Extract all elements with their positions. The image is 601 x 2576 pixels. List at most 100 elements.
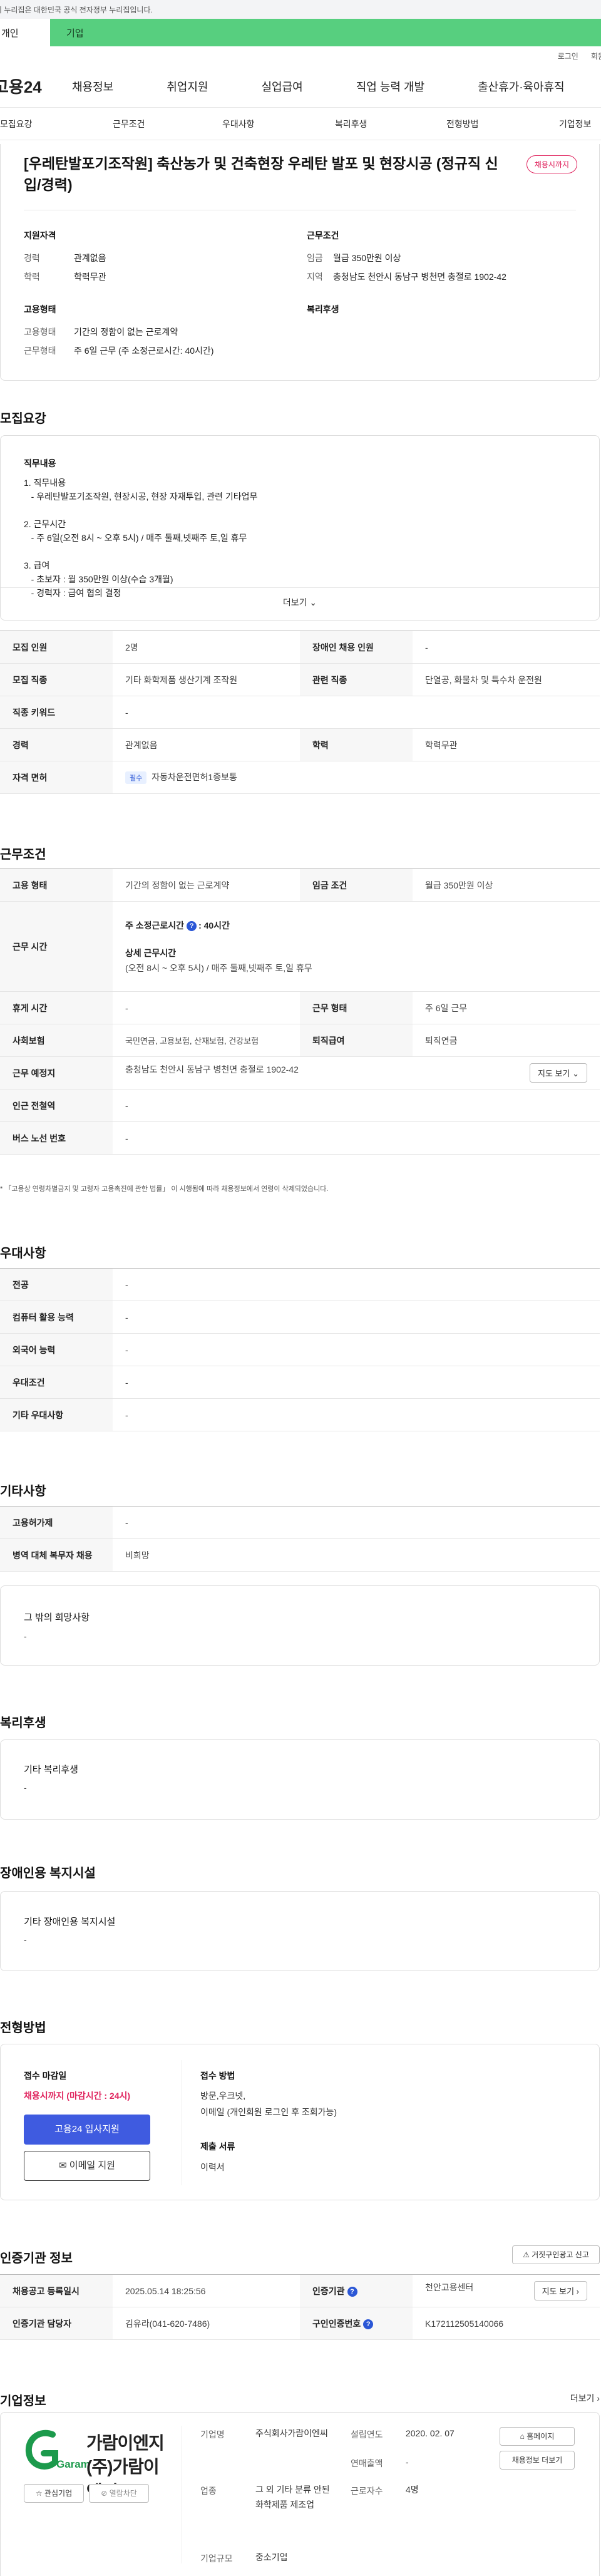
email-apply-label: 이메일 지원 bbox=[69, 2160, 115, 2171]
cell-label: 채용공고 등록일시 bbox=[0, 2274, 113, 2307]
table-row: 근무 예정지 충청남도 천안시 동남구 병천면 충절로 1902-42 지도 보… bbox=[0, 1056, 600, 1090]
table-row: 병역 대체 복무자 채용 비희망 bbox=[0, 1538, 600, 1572]
cell-label: 학력 bbox=[300, 728, 413, 761]
site-logo[interactable]: 고용24 bbox=[0, 75, 66, 98]
gnb-item-jobs[interactable]: 채용정보 bbox=[72, 78, 113, 95]
report-fake-ad-button[interactable]: ⚠ 거짓구인광고 신고 bbox=[512, 2245, 600, 2264]
cell-value: 국민연금, 고용보험, 산재보험, 건강보험 bbox=[113, 1024, 300, 1057]
summary-education-value: 학력무관 bbox=[74, 272, 106, 282]
table-row: 휴게 시간 - 근무 형태 주 6일 근무 bbox=[0, 991, 600, 1024]
tab-company[interactable]: 기업정보 bbox=[559, 118, 592, 130]
cell-value: 기타 화학제품 생산기계 조작원 bbox=[113, 663, 300, 696]
company-size-label: 기업규모 bbox=[200, 2553, 233, 2563]
cell-value: 단열공, 화물차 및 특수차 운전원 bbox=[413, 663, 600, 696]
company-logo-latin: Garam bbox=[56, 2458, 90, 2470]
table-row: 채용공고 등록일시 2025.05.14 18:25:56 인증기관? 천안고용… bbox=[0, 2274, 600, 2307]
email-apply-button[interactable]: ✉ 이메일 지원 bbox=[24, 2151, 150, 2181]
docs-value: 이력서 bbox=[200, 2162, 225, 2172]
etc-extra-card bbox=[0, 1585, 600, 1666]
summary-emp-type-value: 기간의 정함이 없는 근로계약 bbox=[74, 327, 178, 337]
star-icon: ☆ bbox=[35, 2489, 43, 2498]
tab-welfare[interactable]: 복리후생 bbox=[335, 118, 367, 130]
cell-value: - bbox=[113, 1506, 600, 1539]
cell-value: 학력무관 bbox=[413, 728, 600, 761]
summary-work-form: 근무형태 주 6일 근무 (주 소정근로시간: 40시간) bbox=[24, 344, 213, 357]
tab-preference[interactable]: 우대사항 bbox=[222, 118, 255, 130]
company-logo: Garam 가람이엔지 (주)가람이엔씨 bbox=[24, 2426, 168, 2501]
gnb-menu: 채용정보 취업지원 실업급여 직업 능력 개발 출산휴가·육아휴직 bbox=[66, 78, 601, 95]
cell-label: 근무 시간 bbox=[0, 901, 113, 992]
age-notice: * 「고용상 연령차별금지 및 고령자 고용촉진에 관한 법률」 이 시행됨에 … bbox=[0, 1185, 329, 1193]
agency-map-label: 지도 보기 bbox=[542, 2287, 575, 2296]
more-jobs-button[interactable]: 채용정보 더보기 bbox=[500, 2451, 575, 2470]
user-type-switch: 개인 기업 bbox=[0, 19, 601, 46]
cell-label: 컴퓨터 활용 능력 bbox=[0, 1301, 113, 1334]
conditions-table: 고용 형태 기간의 정함이 없는 근로계약 임금 조건 월급 350만원 이상 … bbox=[0, 868, 600, 1155]
table-row: 전공 - bbox=[0, 1268, 600, 1301]
table-row: 외국어 능력 - bbox=[0, 1333, 600, 1366]
company-industry-value: 그 외 기타 분류 안된 화학제품 제조업 bbox=[255, 2485, 330, 2510]
util-links: 로그인 회원가입 bbox=[0, 46, 601, 65]
cell-label: 직종 키워드 bbox=[0, 696, 113, 729]
global-nav: 고용24 채용정보 취업지원 실업급여 직업 능력 개발 출산휴가·육아휴직 bbox=[0, 65, 601, 108]
table-row: 우대조건 - bbox=[0, 1366, 600, 1399]
cell-value: - bbox=[113, 696, 600, 729]
more-jobs-label: 채용정보 더보기 bbox=[511, 2456, 563, 2465]
homepage-button[interactable]: ⌂ 홈페이지 bbox=[500, 2427, 575, 2446]
company-more-link[interactable]: 더보기 › bbox=[570, 2392, 600, 2404]
map-button[interactable]: 지도 보기 ⌄ bbox=[530, 1063, 587, 1083]
cell-value: K172112505140066 bbox=[413, 2307, 600, 2340]
page: 이 누리집은 대한민국 공식 전자정부 누리집입니다. 개인 기업 로그인 회원… bbox=[0, 0, 601, 2576]
duty-text: 1. 직무내용 - 우레탄발포기조작원, 현장시공, 현장 자재투입, 관련 기… bbox=[24, 478, 258, 598]
table-row: 버스 노선 번호 - bbox=[0, 1121, 600, 1155]
agency-map-button[interactable]: 지도 보기 › bbox=[533, 2281, 587, 2300]
gnb-item-employment-support[interactable]: 취업지원 bbox=[167, 78, 208, 95]
cell-value: 월급 350만원 이상 bbox=[413, 868, 600, 902]
gnb-item-unemployment-benefit[interactable]: 실업급여 bbox=[262, 78, 303, 95]
etc-table: 고용허가제 - 병역 대체 복무자 채용 비희망 bbox=[0, 1506, 600, 1572]
company-logo-korean-1: 가람이엔지 bbox=[86, 2433, 165, 2453]
tab-conditions[interactable]: 근무조건 bbox=[113, 118, 145, 130]
summary-education-label: 학력 bbox=[24, 272, 40, 282]
welfare-card bbox=[0, 1739, 600, 1820]
block-view-button[interactable]: ⊘ 열람차단 bbox=[89, 2484, 149, 2503]
interest-company-button[interactable]: ☆ 관심기업 bbox=[24, 2484, 84, 2503]
cell-label: 인증기관? bbox=[300, 2274, 413, 2307]
duty-more-button[interactable]: 더보기 ⌄ bbox=[0, 596, 600, 609]
cell-label: 퇴직급여 bbox=[300, 1024, 413, 1057]
user-type-personal[interactable]: 개인 bbox=[0, 19, 50, 46]
divider bbox=[1, 587, 599, 588]
tab-selection[interactable]: 전형방법 bbox=[446, 118, 479, 130]
summary-emp-type: 고용형태 기간의 정함이 없는 근로계약 bbox=[24, 326, 178, 338]
cell-label: 병역 대체 복무자 채용 bbox=[0, 1538, 113, 1572]
disability-box-title: 기타 장애인용 복지시설 bbox=[24, 1917, 116, 1927]
question-icon[interactable]: ? bbox=[187, 920, 197, 931]
summary-career: 경력 관계없음 bbox=[24, 252, 106, 264]
question-icon[interactable]: ? bbox=[363, 2319, 374, 2329]
duty-title: 직무내용 bbox=[24, 458, 56, 468]
location-value: 충청남도 천안시 동남구 병천면 충절로 1902-42 bbox=[125, 1064, 299, 1074]
table-row: 컴퓨터 활용 능력 - bbox=[0, 1301, 600, 1334]
gnb-item-parental-leave[interactable]: 출산휴가·육아휴직 bbox=[478, 78, 564, 95]
recruit-heading: 모집요강 bbox=[0, 412, 46, 426]
company-more-label: 더보기 bbox=[570, 2393, 595, 2403]
cell-label: 전공 bbox=[0, 1268, 113, 1301]
disability-heading: 장애인용 복지시설 bbox=[0, 1867, 96, 1880]
user-type-corporate[interactable]: 기업 bbox=[50, 19, 84, 46]
apply-button[interactable]: 고용24 입사지원 bbox=[24, 2115, 150, 2145]
gnb-item-skills[interactable]: 직업 능력 개발 bbox=[356, 78, 424, 95]
table-row: 고용 형태 기간의 정함이 없는 근로계약 임금 조건 월급 350만원 이상 bbox=[0, 868, 600, 902]
disability-box-value: - bbox=[24, 1935, 27, 1945]
summary-work-form-value: 주 6일 근무 (주 소정근로시간: 40시간) bbox=[74, 346, 214, 356]
tab-recruit[interactable]: 모집요강 bbox=[0, 118, 33, 130]
cell-label: 기타 우대사항 bbox=[0, 1398, 113, 1431]
summary-wage-label: 임금 bbox=[307, 253, 323, 263]
login-link[interactable]: 로그인 bbox=[558, 51, 578, 61]
cell-value: - bbox=[113, 1089, 600, 1122]
etc-extra-title: 그 밖의 희망사항 bbox=[24, 1612, 90, 1623]
job-title: [우레탄발포기조작원] 축산농가 및 건축현장 우레탄 발포 및 현장시공 (정… bbox=[24, 155, 498, 193]
question-icon[interactable]: ? bbox=[347, 2286, 357, 2297]
join-link[interactable]: 회원가입 bbox=[591, 51, 601, 61]
table-row: 인증기관 담당자 김유라(041-620-7486) 구인인증번호? K1721… bbox=[0, 2307, 600, 2340]
conditions-title: 근무조건 bbox=[307, 230, 339, 240]
